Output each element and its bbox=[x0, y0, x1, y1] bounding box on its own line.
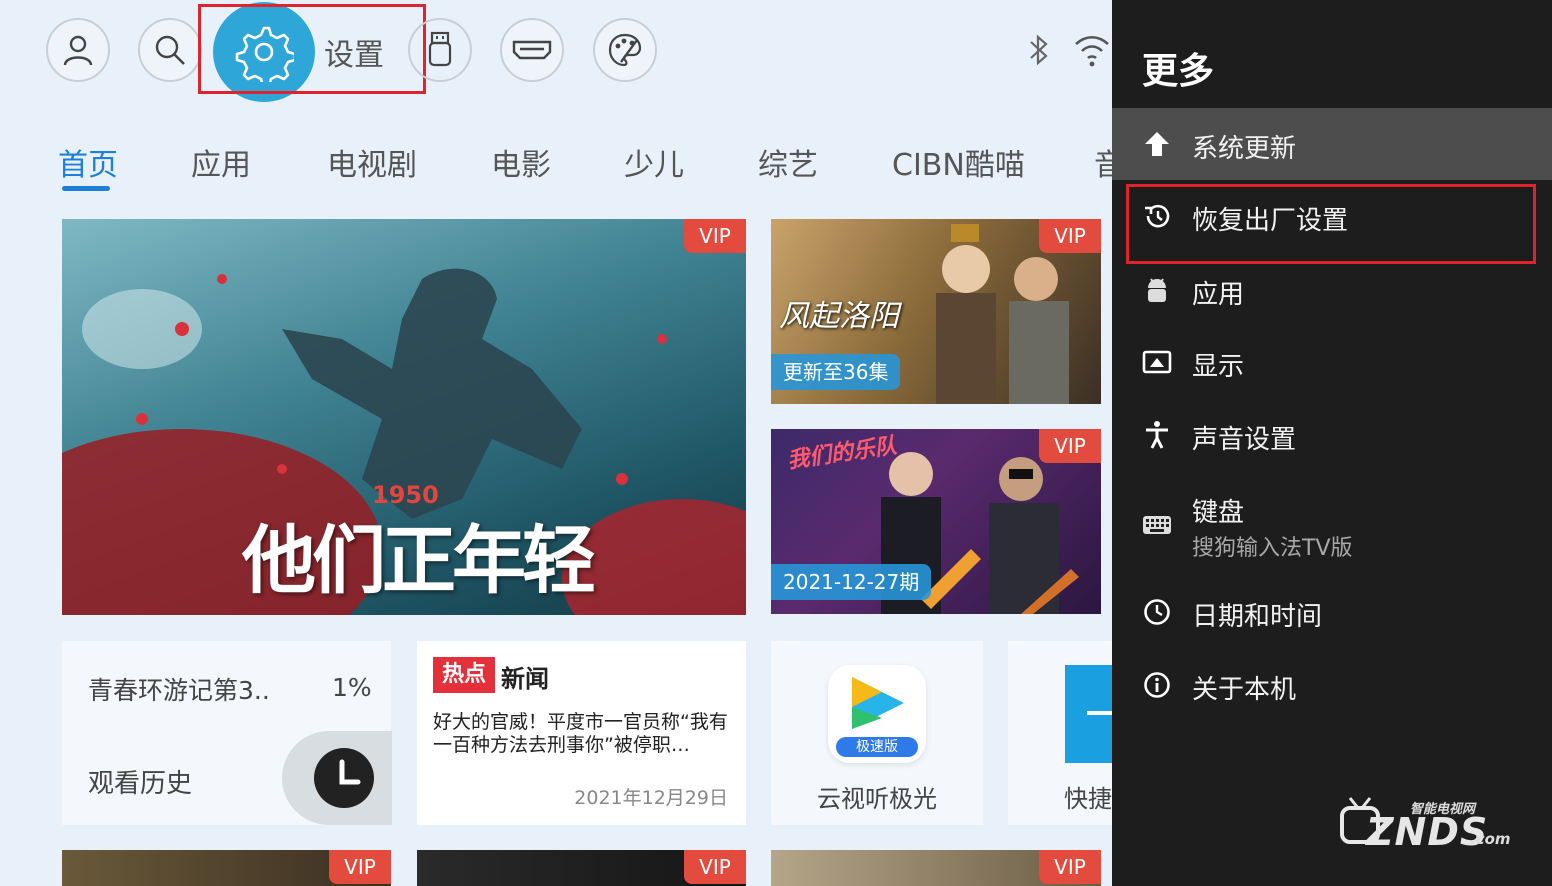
shortcut-label: 快捷 bbox=[1064, 785, 1112, 813]
vip-badge: VIP bbox=[1039, 429, 1101, 463]
tab-movies[interactable]: 电影 bbox=[491, 140, 551, 184]
menu-item-label: 应用 bbox=[1192, 280, 1245, 310]
history-item-title: 青春环游记第3.. bbox=[88, 676, 270, 705]
news-tile[interactable]: 热点 新闻 好大的官威！平度市一官员称“我有一百种方法去刑事你”被停职… 202… bbox=[417, 641, 746, 825]
menu-item-keyboard[interactable]: 键盘 搜狗输入法TV版 bbox=[1112, 486, 1552, 576]
tab-home[interactable]: 首页 bbox=[58, 140, 118, 184]
search-button[interactable] bbox=[138, 18, 202, 82]
wifi-icon bbox=[1072, 30, 1112, 74]
factory-reset-highlight-box bbox=[1126, 184, 1536, 264]
menu-item-label: 系统更新 bbox=[1192, 134, 1297, 164]
search-icon bbox=[155, 35, 185, 65]
app-label: 云视听极光 bbox=[817, 785, 937, 813]
clock-icon bbox=[282, 731, 392, 825]
tab-tv-series[interactable]: 电视剧 bbox=[327, 140, 417, 184]
watermark-suffix: .com bbox=[1470, 830, 1511, 848]
menu-item-label: 声音设置 bbox=[1192, 425, 1297, 455]
tab-variety[interactable]: 综艺 bbox=[758, 140, 818, 184]
menu-item-about[interactable]: 关于本机 bbox=[1112, 649, 1552, 721]
shortcut-logo bbox=[1065, 665, 1112, 763]
news-heading: 新闻 bbox=[501, 665, 549, 693]
panel-title: 更多 bbox=[1142, 51, 1215, 92]
bottom-poster-3[interactable]: VIP bbox=[771, 850, 1101, 886]
menu-item-sound-settings[interactable]: 声音设置 bbox=[1112, 399, 1552, 471]
app-badge: 极速版 bbox=[836, 737, 918, 757]
date-badge: 2021-12-27期 bbox=[771, 564, 932, 600]
tab-cibn[interactable]: CIBN酷喵 bbox=[892, 140, 1025, 184]
watch-history-tile[interactable]: 青春环游记第3.. 1% 观看历史 bbox=[62, 641, 392, 825]
poster-variety[interactable]: 我们的乐队 VIP 2021-12-27期 bbox=[771, 429, 1101, 614]
palette-icon bbox=[608, 33, 642, 67]
app-logo: 极速版 bbox=[828, 665, 926, 763]
display-icon bbox=[1142, 347, 1172, 377]
app-tile-yunshiting[interactable]: 极速版 云视听极光 bbox=[771, 641, 983, 825]
settings-highlight-box bbox=[198, 4, 426, 94]
episode-badge: 更新至36集 bbox=[771, 354, 901, 390]
menu-item-apps[interactable]: 应用 bbox=[1112, 254, 1552, 326]
menu-item-sublabel: 搜狗输入法TV版 bbox=[1192, 536, 1353, 561]
menu-item-date-time[interactable]: 日期和时间 bbox=[1112, 576, 1552, 648]
poster-title-art: 他们正年轻 bbox=[242, 518, 596, 604]
news-date: 2021年12月29日 bbox=[574, 787, 728, 809]
vip-badge: VIP bbox=[684, 219, 746, 253]
menu-item-label: 显示 bbox=[1192, 352, 1245, 382]
usb-button[interactable] bbox=[408, 18, 472, 82]
hdmi-icon bbox=[512, 40, 552, 60]
more-settings-panel: 更多 系统更新 恢复出厂设置 应用 显示 声音设置 键盘 搜狗输入法TV版 日期… bbox=[1112, 0, 1552, 886]
tab-apps[interactable]: 应用 bbox=[191, 140, 251, 184]
vip-badge: VIP bbox=[329, 850, 391, 884]
accessibility-icon bbox=[1142, 420, 1172, 450]
news-body: 好大的官威！平度市一官员称“我有一百种方法去刑事你”被停职… bbox=[433, 711, 728, 756]
bottom-poster-2[interactable]: VIP bbox=[417, 850, 746, 886]
poster-title-art: 风起洛阳 bbox=[779, 299, 899, 334]
info-icon bbox=[1142, 670, 1172, 700]
hdmi-button[interactable] bbox=[500, 18, 564, 82]
poster-series[interactable]: 风起洛阳 VIP 更新至36集 bbox=[771, 219, 1101, 404]
keyboard-icon bbox=[1142, 510, 1172, 540]
clock-icon bbox=[1142, 597, 1172, 627]
menu-item-label: 键盘 bbox=[1192, 498, 1245, 528]
shortcut-tile[interactable]: 快捷 bbox=[1008, 641, 1112, 825]
theme-button[interactable] bbox=[593, 18, 657, 82]
vip-badge: VIP bbox=[684, 850, 746, 884]
user-button[interactable] bbox=[46, 18, 110, 82]
menu-item-system-update[interactable]: 系统更新 bbox=[1112, 108, 1552, 180]
menu-item-display[interactable]: 显示 bbox=[1112, 326, 1552, 398]
znds-watermark: 智能电视网 ZNDS .com bbox=[1340, 790, 1520, 860]
play-logo-icon bbox=[852, 677, 904, 729]
user-icon bbox=[63, 35, 93, 66]
tab-active-indicator bbox=[62, 186, 110, 191]
history-progress: 1% bbox=[332, 673, 372, 702]
android-icon bbox=[1142, 275, 1172, 305]
vip-badge: VIP bbox=[1039, 219, 1101, 253]
history-label: 观看历史 bbox=[88, 769, 193, 799]
menu-item-label: 关于本机 bbox=[1192, 675, 1297, 705]
bottom-poster-1[interactable]: VIP bbox=[62, 850, 391, 886]
menu-item-label: 日期和时间 bbox=[1192, 602, 1323, 632]
hot-tag: 热点 bbox=[433, 657, 495, 693]
usb-icon bbox=[428, 31, 452, 67]
bluetooth-icon bbox=[1026, 32, 1052, 72]
vip-badge: VIP bbox=[1039, 850, 1101, 884]
featured-poster[interactable]: 1950 他们正年轻 VIP bbox=[62, 219, 746, 615]
tab-kids[interactable]: 少儿 bbox=[624, 140, 684, 184]
arrow-up-icon bbox=[1142, 129, 1172, 159]
